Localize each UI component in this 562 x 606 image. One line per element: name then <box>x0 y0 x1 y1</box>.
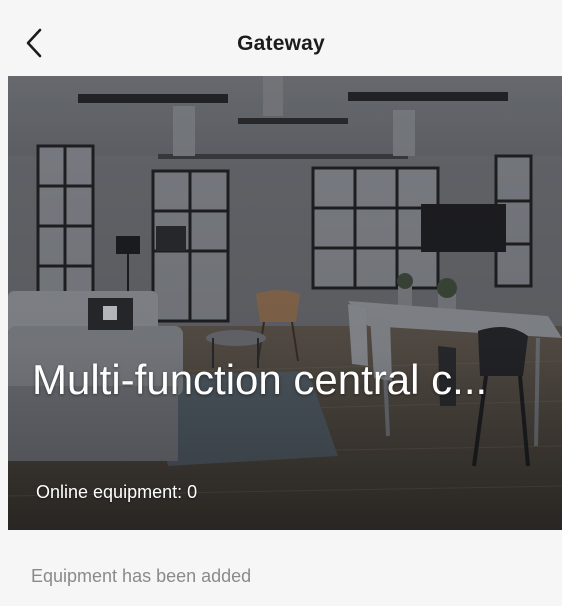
gateway-hero-card[interactable]: Multi-function central c... Online equip… <box>8 76 562 530</box>
online-equipment-label: Online equipment: <box>36 482 188 502</box>
added-equipment-section-label: Equipment has been added <box>31 566 252 586</box>
online-equipment-value: 0 <box>187 482 198 502</box>
page-title: Gateway <box>237 32 325 55</box>
online-equipment-count: Online equipment: 0 <box>36 482 197 503</box>
room-background-image <box>8 76 562 530</box>
device-name: Multi-function central c... <box>32 356 488 403</box>
nav-bar: Gateway <box>0 0 562 76</box>
